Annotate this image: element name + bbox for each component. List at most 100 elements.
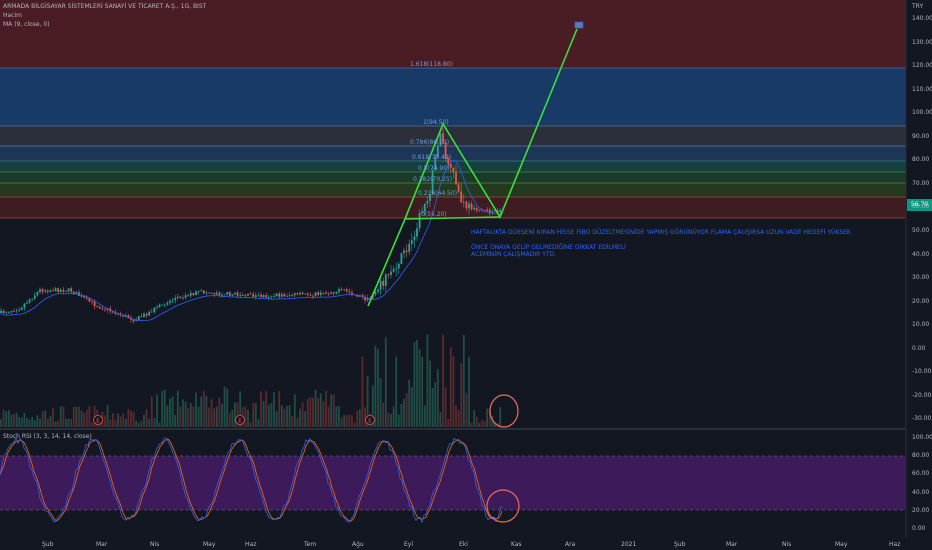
volume-bar <box>330 394 333 427</box>
volume-bar <box>176 390 179 427</box>
volume-bar <box>179 406 182 427</box>
candle-body <box>57 288 60 292</box>
volume-bar <box>400 404 403 427</box>
volume-bar <box>257 418 260 427</box>
candle-body <box>150 311 153 313</box>
rsi-band <box>0 456 906 510</box>
candle-body <box>161 304 164 306</box>
candle-body <box>249 293 252 295</box>
volume-bar <box>267 404 270 427</box>
rsi-axis-tick: 20.00 <box>912 506 930 514</box>
candle-body <box>330 292 333 295</box>
volume-bar <box>127 409 130 427</box>
volume-bar <box>395 356 398 427</box>
volume-bar <box>52 408 54 427</box>
volume-bar <box>59 406 62 427</box>
volume-bar <box>416 339 418 427</box>
candle-body <box>293 293 296 296</box>
candle-body <box>280 294 283 297</box>
volume-bar <box>470 422 473 427</box>
volume-bar <box>293 394 296 427</box>
volume-bar <box>475 416 478 427</box>
volume-bar <box>65 418 67 427</box>
candle-body <box>179 296 182 298</box>
volume-bar <box>189 403 192 427</box>
price-axis-tick: 30.00 <box>912 274 930 282</box>
candle-body <box>462 201 465 203</box>
volume-bar <box>280 405 283 427</box>
symbol-title: ARMADA BİLGİSAYAR SİSTEMLERİ SANAYİ VE T… <box>3 3 207 10</box>
highlight-circle-volume[interactable] <box>489 394 519 428</box>
volume-bar <box>343 415 346 427</box>
candle-body <box>247 293 249 296</box>
candle-body <box>10 310 13 313</box>
time-axis-tick: 2021 <box>621 541 637 548</box>
target-flag-icon[interactable] <box>574 21 584 29</box>
price-axis-tick: 110.00 <box>912 85 932 93</box>
volume-bar <box>447 418 450 427</box>
volume-bar <box>481 420 483 427</box>
candle-body <box>156 306 158 308</box>
volume-bar <box>91 422 93 427</box>
time-axis-tick: Şub <box>42 541 54 548</box>
candle-body <box>408 243 411 252</box>
volume-bar <box>418 349 421 427</box>
volume-bar <box>148 418 151 427</box>
candle-body <box>377 289 379 292</box>
candle-body <box>101 308 104 310</box>
chart-canvas[interactable]: EEE <box>0 0 932 550</box>
volume-bar <box>119 416 122 427</box>
volume-bar <box>254 402 257 427</box>
candle-body <box>104 309 106 311</box>
candle-body <box>62 289 65 292</box>
volume-bar <box>335 406 338 427</box>
volume-bar <box>429 360 431 427</box>
price-axis-tick: 130.00 <box>912 38 932 46</box>
volume-bar <box>166 405 169 427</box>
volume-bar <box>85 410 88 427</box>
candle-body <box>174 297 177 301</box>
time-axis-tick: Eyl <box>404 541 414 548</box>
candle-body <box>286 295 288 297</box>
time-axis-tick: May <box>835 541 848 548</box>
candle-body <box>257 294 260 296</box>
candle-body <box>98 306 101 309</box>
volume-bar <box>403 398 405 427</box>
volume-bar <box>221 403 223 427</box>
time-axis-tick: Haz <box>245 541 257 548</box>
candle-body <box>202 290 205 294</box>
volume-bar <box>252 402 255 427</box>
candle-body <box>166 302 169 305</box>
price-axis-tick: 100.00 <box>912 109 932 117</box>
candle-body <box>410 240 413 244</box>
candle-body <box>254 295 257 297</box>
candle-body <box>215 292 218 295</box>
candle-body <box>457 184 460 192</box>
candle-body <box>416 228 418 237</box>
candle-body <box>23 303 26 308</box>
fib-zone-1618 <box>0 68 906 126</box>
candle-body <box>288 295 291 297</box>
volume-bar <box>449 347 452 427</box>
candle-body <box>299 292 301 295</box>
volume-bar <box>325 390 327 427</box>
candle-body <box>338 289 340 292</box>
volume-bar <box>114 419 117 427</box>
volume-bar <box>452 356 455 427</box>
volume-bar <box>442 334 444 427</box>
candle-body <box>475 207 478 211</box>
volume-bar <box>405 393 408 427</box>
ma-legend: MA (9, close, 0) <box>3 21 50 28</box>
candle-body <box>197 291 200 292</box>
candle-body <box>70 288 73 292</box>
volume-bar <box>31 416 34 427</box>
volume-bar <box>54 421 57 427</box>
volume-bar <box>431 387 434 427</box>
candle-body <box>218 292 221 295</box>
volume-bar <box>319 393 322 427</box>
volume-bar <box>80 410 83 427</box>
candle-body <box>140 316 143 318</box>
volume-bar <box>18 416 21 427</box>
candle-body <box>52 290 54 292</box>
candle-body <box>85 297 88 299</box>
